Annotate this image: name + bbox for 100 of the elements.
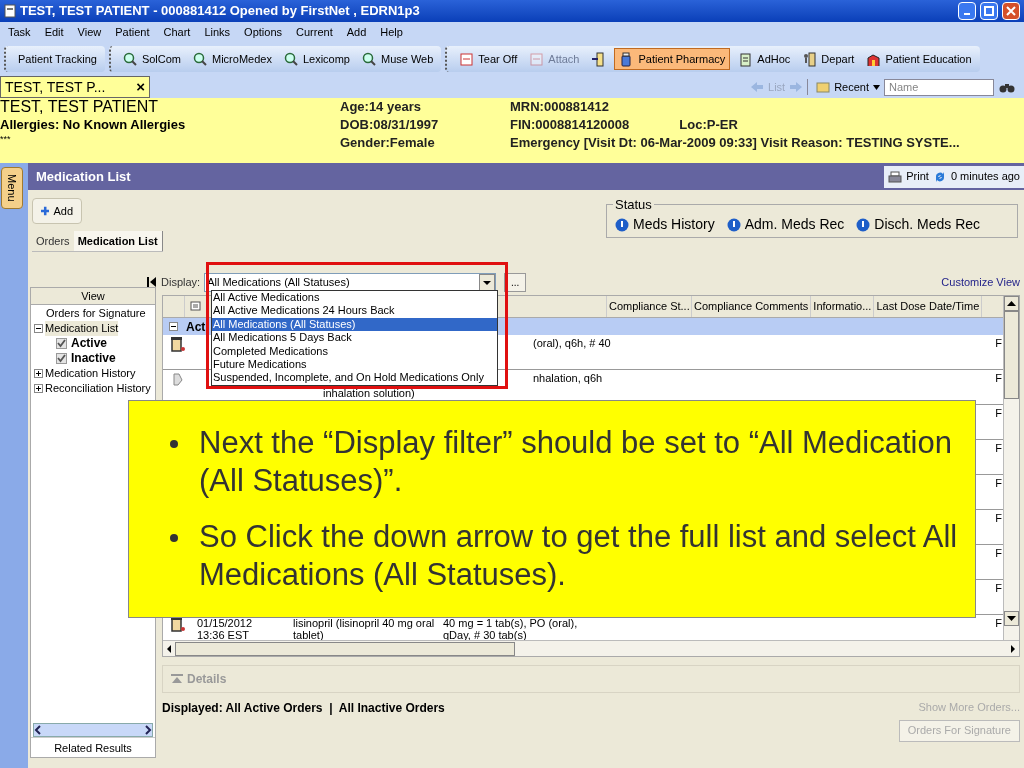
column-header[interactable]: Compliance St... (607, 296, 692, 317)
menu-item[interactable]: Task (8, 23, 31, 41)
displayed-filter-text: Displayed: All Active Orders | All Inactive Orders (162, 700, 445, 717)
status-item[interactable]: Meds History (615, 214, 715, 235)
table-cell-text: F (995, 511, 1003, 526)
tree-item[interactable]: Inactive (71, 351, 116, 366)
table-cell-text: qDay, # 30 tab(s) (443, 629, 528, 641)
column-header[interactable]: Last Dose Date/Time (874, 296, 983, 317)
age-text: Age:14 years (340, 98, 422, 116)
inhaler-icon (171, 372, 185, 386)
print-button[interactable]: Print (906, 168, 929, 185)
toolbar-button[interactable]: AdHoc (734, 48, 795, 70)
maximize-icon[interactable] (980, 2, 998, 20)
tree-item[interactable]: Reconciliation History (45, 381, 151, 396)
tree-item[interactable]: Medication History (45, 366, 136, 381)
menu-item[interactable]: Links (204, 23, 231, 41)
scroll-down-icon (1004, 611, 1019, 626)
magnifier-icon (283, 51, 299, 67)
dropdown-option[interactable]: All Active Medications (212, 291, 497, 305)
tree-item[interactable]: Medication List (45, 321, 119, 336)
name-search-field[interactable]: Name (884, 78, 994, 96)
patient-tab[interactable]: TEST, TEST P... × (0, 76, 150, 98)
tear-off-icon (459, 51, 475, 67)
toolbar-button[interactable]: Lexicomp (279, 48, 354, 70)
toolbar-button[interactable]: Tear Off (455, 48, 522, 70)
toolbar-button[interactable]: Muse Web (358, 48, 438, 70)
table-cell-text: F (995, 441, 1003, 456)
menu-item[interactable]: Current (296, 23, 333, 41)
more-button[interactable]: ... (504, 272, 527, 292)
scrollbar-thumb[interactable] (175, 641, 515, 656)
menu-item[interactable]: Chart (163, 23, 191, 41)
table-cell-text: F (995, 616, 1003, 631)
pill-bottle-icon (171, 337, 185, 353)
forward-arrow-icon (789, 81, 804, 93)
note-icon (189, 300, 202, 313)
table-cell-text: 01/15/2012 (197, 617, 254, 629)
column-header[interactable]: Compliance Comments (692, 296, 812, 317)
tab[interactable]: Medication List (73, 231, 163, 251)
collapse-panel-icon (147, 276, 157, 288)
tear-off-icon (529, 51, 545, 67)
dropdown-option[interactable]: All Medications 5 Days Back (212, 331, 497, 345)
menu-item[interactable]: View (77, 23, 102, 41)
close-icon[interactable] (1002, 2, 1020, 20)
refresh-time[interactable]: 0 minutes ago (950, 168, 1020, 185)
menu-item[interactable]: Edit (44, 23, 64, 41)
menu-item[interactable]: Add (346, 23, 367, 41)
toolbar-button[interactable]: SolCom (118, 48, 185, 70)
display-label: Display: (161, 274, 201, 290)
minimize-icon[interactable] (958, 2, 976, 20)
section-title: Medication List (36, 167, 132, 186)
toolbar-button[interactable]: MicroMedex (189, 48, 276, 70)
scrollbar-thumb[interactable] (1004, 311, 1019, 399)
status-item[interactable]: Disch. Meds Rec (856, 214, 981, 235)
dropdown-option[interactable]: Future Medications (212, 358, 497, 372)
magnifier-icon (193, 51, 208, 67)
dropdown-option[interactable]: All Active Medications 24 Hours Back (212, 304, 497, 318)
app-icon (4, 4, 16, 18)
bullet-icon (169, 533, 179, 543)
tab[interactable]: Orders (32, 231, 74, 251)
dropdown-option[interactable]: All Medications (All Statuses) (212, 317, 497, 332)
vertical-scrollbar[interactable] (1003, 296, 1019, 640)
table-cell-text: 13:36 EST (197, 629, 250, 641)
door-person-icon (802, 51, 818, 67)
toolbar-button[interactable]: Patient Education (862, 48, 976, 70)
scroll-left-icon (34, 725, 42, 735)
binoculars-icon (998, 81, 1016, 93)
menu-item[interactable]: Help (380, 23, 403, 41)
info-icon (856, 217, 871, 232)
table-cell-text: lisinopril (lisinopril 40 mg oral (293, 617, 436, 629)
toolbar-button[interactable]: Patient Tracking (14, 48, 101, 70)
menu-side-tab[interactable]: Menu (1, 167, 23, 209)
recent-button[interactable]: Recent (807, 78, 880, 96)
table-cell-text: F (995, 476, 1003, 491)
view-panel-header: View (31, 288, 155, 305)
info-icon (615, 217, 629, 232)
column-header[interactable]: Informatio... (811, 296, 875, 317)
toolbar-button[interactable]: Depart (798, 48, 859, 70)
visit-text: Emergency [Visit Dt: 06-Mar-2009 09:33] Visit Reason: TESTING SYSTE... (510, 134, 961, 152)
menu-item[interactable]: Options (244, 23, 282, 41)
table-cell-text: (oral), q6h, # 40 (533, 337, 612, 349)
table-cell-text: tablet) (293, 629, 325, 641)
plus-icon (41, 206, 50, 216)
tree-item[interactable]: Active (71, 336, 108, 351)
toolbar-button[interactable]: Patient Pharmacy (614, 48, 731, 70)
table-cell-text: 40 mg = 1 tab(s), PO (oral), (443, 617, 579, 629)
table-cell-text: inhalation solution) (322, 387, 416, 399)
dropdown-option[interactable]: Completed Medications (212, 344, 497, 359)
close-tab-button[interactable]: × (136, 75, 145, 99)
horizontal-scrollbar[interactable] (163, 640, 1019, 656)
add-button[interactable]: Add (32, 198, 82, 224)
magnifier-icon (122, 51, 138, 67)
status-item[interactable]: Adm. Meds Rec (726, 214, 845, 235)
dob-text: DOB:08/31/1997 (340, 116, 440, 134)
customize-view-link[interactable]: Customize View (941, 273, 1024, 291)
horizontal-scrollbar[interactable] (33, 723, 153, 737)
magnifier-icon (362, 51, 377, 67)
dropdown-option[interactable]: Suspended, Incomplete, and On Hold Medications Only (212, 371, 497, 385)
table-cell-text: nhalation, q6h (533, 372, 604, 384)
menu-item[interactable]: Patient (115, 23, 150, 41)
tree-item[interactable]: Orders for Signature (46, 306, 146, 321)
